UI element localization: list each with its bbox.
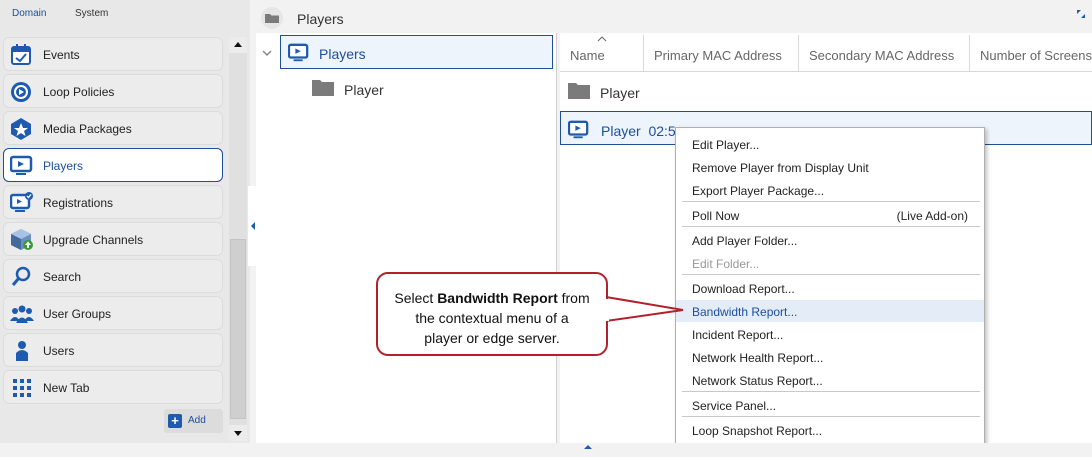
sidebar-item-label: Players xyxy=(43,159,84,173)
menu-shortcut: (Live Add-on) xyxy=(896,209,968,223)
menu-separator xyxy=(682,274,980,275)
sidebar-item-registrations[interactable]: Registrations xyxy=(3,185,223,219)
sidebar-item-upgrade-channels[interactable]: Upgrade Channels xyxy=(3,222,223,256)
tree-item-players[interactable]: Players xyxy=(280,35,553,69)
sidebar-item-label: User Groups xyxy=(43,307,112,321)
add-button[interactable]: + Add xyxy=(164,409,223,433)
star-badge-icon xyxy=(10,118,34,140)
user-icon xyxy=(10,340,34,362)
sidebar-item-loop-policies[interactable]: Loop Policies xyxy=(3,74,223,108)
folder-tree: Players Player xyxy=(256,33,557,443)
sidebar-item-new-tab[interactable]: New Tab xyxy=(3,370,223,404)
sidebar: Domain System Events Loop Policies Media… xyxy=(0,0,250,443)
row-label: Player xyxy=(600,85,640,101)
sidebar-item-label: Upgrade Channels xyxy=(43,233,144,247)
menu-separator xyxy=(682,391,980,392)
chevron-down-icon[interactable] xyxy=(262,47,272,57)
sidebar-item-label: Events xyxy=(43,48,80,62)
sidebar-item-user-groups[interactable]: User Groups xyxy=(3,296,223,330)
menu-item-bandwidth-report[interactable]: Bandwidth Report... xyxy=(676,300,984,322)
monitor-play-icon xyxy=(9,155,34,177)
menu-item-add-player-folder[interactable]: Add Player Folder... xyxy=(676,229,984,251)
row-label: Player 02:5 xyxy=(601,123,676,139)
arrow-down-icon xyxy=(234,431,242,436)
menu-separator xyxy=(682,201,980,202)
context-menu: Edit Player... Remove Player from Displa… xyxy=(675,127,985,447)
menu-item-edit-player[interactable]: Edit Player... xyxy=(676,133,984,155)
scroll-thumb[interactable] xyxy=(230,239,246,419)
page-title: Players xyxy=(297,11,344,27)
scroll-up-button[interactable] xyxy=(229,37,247,53)
sidebar-item-label: Search xyxy=(43,270,82,284)
column-number-of-screens[interactable]: Number of Screens xyxy=(970,35,1092,71)
monitor-play-icon xyxy=(287,43,310,66)
menu-item-poll-now[interactable]: Poll Now (Live Add-on) xyxy=(676,204,984,226)
arrow-up-icon xyxy=(234,42,242,47)
calendar-icon xyxy=(10,44,34,66)
sidebar-item-label: Loop Policies xyxy=(43,85,115,99)
grid-header: Name Primary MAC Address Secondary MAC A… xyxy=(560,35,1092,72)
callout-annotation: Select Bandwidth Report from the context… xyxy=(376,272,608,356)
menu-item-network-health-report[interactable]: Network Health Report... xyxy=(676,346,984,368)
add-button-label: Add xyxy=(188,415,206,426)
callout-line-1: Select Bandwidth Report from xyxy=(394,290,590,306)
folder-icon xyxy=(311,79,335,100)
grid-icon xyxy=(10,377,34,399)
menu-item-edit-folder: Edit Folder... xyxy=(692,257,760,271)
tab-system[interactable]: System xyxy=(75,8,108,19)
content-header: Players xyxy=(256,4,1092,32)
menu-separator xyxy=(682,416,980,417)
callout-line-3: player or edge server. xyxy=(424,330,560,346)
menu-item-service-panel[interactable]: Service Panel... xyxy=(676,394,984,416)
monitor-play-icon xyxy=(567,120,590,143)
search-icon xyxy=(10,266,34,288)
menu-item-remove-player[interactable]: Remove Player from Display Unit xyxy=(676,156,984,178)
sidebar-item-label: Users xyxy=(43,344,75,358)
plus-icon: + xyxy=(168,414,182,428)
sidebar-item-label: Registrations xyxy=(43,196,114,210)
bottom-bar xyxy=(0,443,1092,457)
sidebar-item-media-packages[interactable]: Media Packages xyxy=(3,111,223,145)
callout-line-2: the contextual menu of a xyxy=(415,310,569,326)
column-primary-mac[interactable]: Primary MAC Address xyxy=(644,35,799,71)
chevron-up-icon[interactable] xyxy=(582,443,594,451)
tree-item-label: Players xyxy=(319,46,366,62)
sidebar-item-label: Media Packages xyxy=(43,122,132,136)
tree-item-label: Player xyxy=(344,82,384,98)
column-secondary-mac[interactable]: Secondary MAC Address xyxy=(799,35,970,71)
menu-item-network-status-report[interactable]: Network Status Report... xyxy=(676,369,984,391)
menu-item-download-report[interactable]: Download Report... xyxy=(676,277,984,299)
scroll-down-button[interactable] xyxy=(229,425,247,441)
users-icon xyxy=(10,303,34,325)
sidebar-item-users[interactable]: Users xyxy=(3,333,223,367)
expand-icon[interactable] xyxy=(1076,8,1086,18)
menu-item-loop-snapshot-report[interactable]: Loop Snapshot Report... xyxy=(676,419,984,441)
sidebar-item-players[interactable]: Players xyxy=(3,148,223,182)
menu-item-incident-report[interactable]: Incident Report... xyxy=(676,323,984,345)
column-name[interactable]: Name xyxy=(560,35,644,71)
sidebar-item-label: New Tab xyxy=(43,381,90,395)
cube-upgrade-icon xyxy=(10,229,34,251)
table-row[interactable]: Player xyxy=(560,74,1092,108)
folder-icon xyxy=(567,82,591,103)
tab-domain[interactable]: Domain xyxy=(12,8,46,19)
menu-separator xyxy=(682,226,980,227)
monitor-check-icon xyxy=(9,192,34,214)
sidebar-item-search[interactable]: Search xyxy=(3,259,223,293)
callout-joint xyxy=(603,299,609,321)
loop-icon xyxy=(10,81,34,103)
sidebar-item-events[interactable]: Events xyxy=(3,37,223,71)
folder-icon xyxy=(260,7,284,29)
menu-item-export-player-package[interactable]: Export Player Package... xyxy=(676,179,984,201)
sidebar-scrollbar[interactable] xyxy=(229,37,247,441)
sort-up-icon xyxy=(597,36,607,42)
